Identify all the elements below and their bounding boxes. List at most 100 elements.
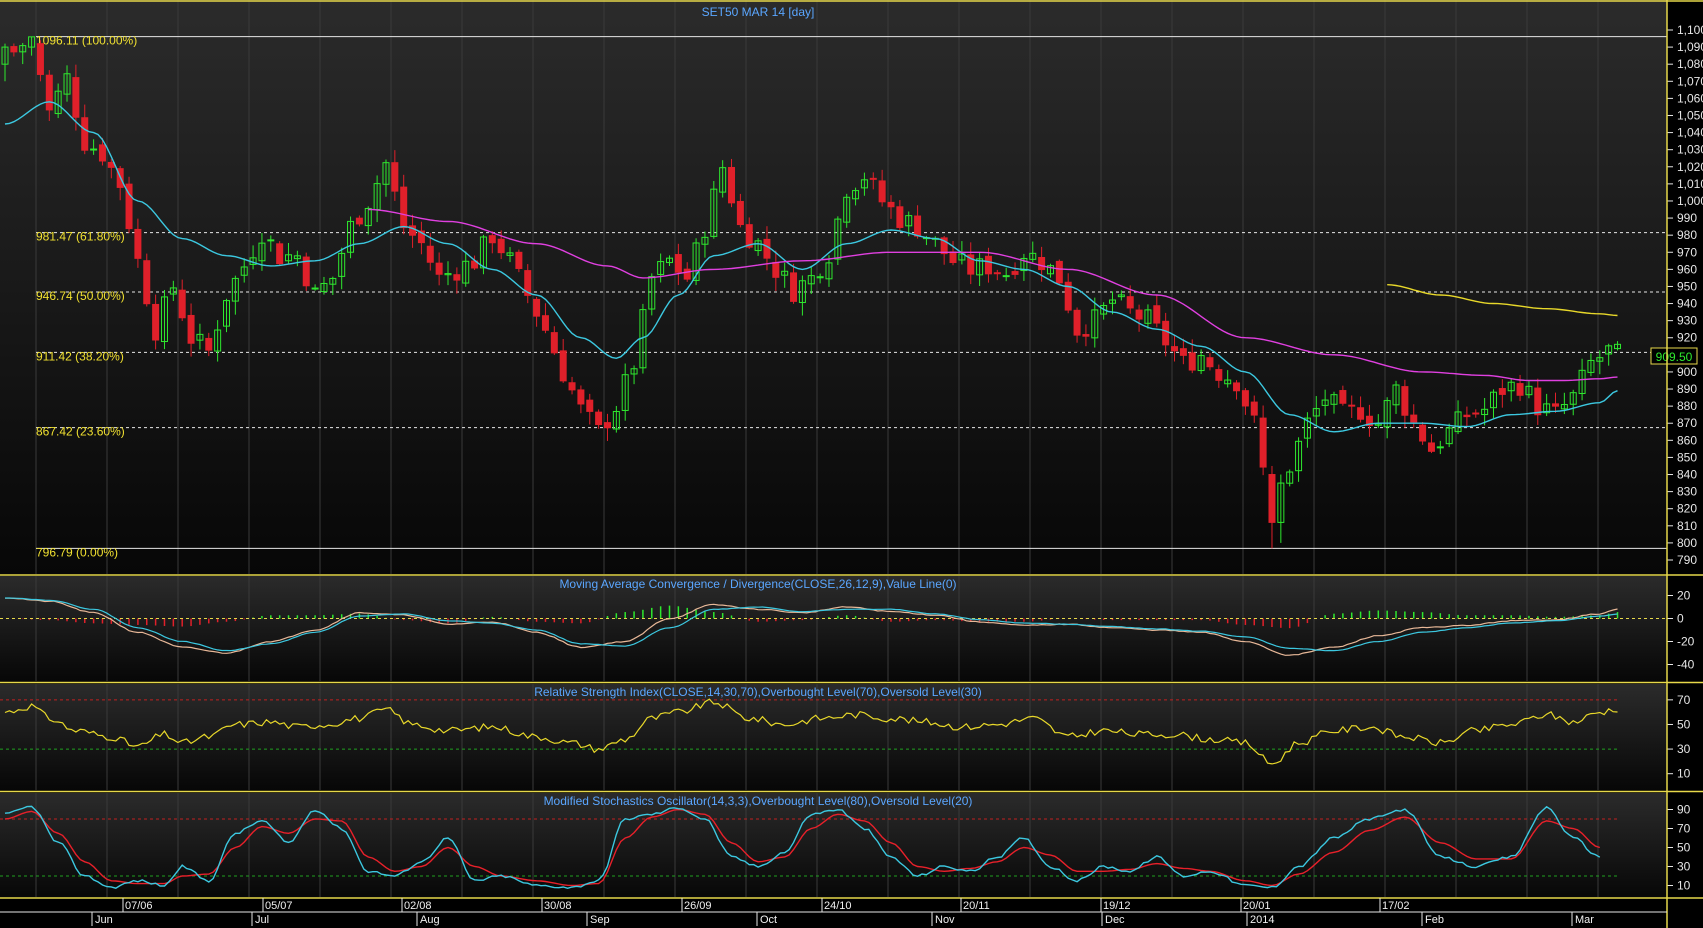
price-panel-bg <box>0 0 1667 574</box>
candle-body <box>1162 320 1170 346</box>
month-label: 2014 <box>1250 914 1274 926</box>
candle-body <box>1153 305 1161 324</box>
candle-body <box>1082 334 1090 337</box>
candle-body <box>45 74 53 111</box>
candle-body <box>355 217 363 225</box>
candle[interactable] <box>302 252 310 292</box>
candle[interactable] <box>143 253 151 307</box>
macd-panel-title: Moving Average Convergence / Divergence(… <box>559 577 956 591</box>
macd-panel[interactable]: Moving Average Convergence / Divergence(… <box>0 576 1695 681</box>
price-axis-tick-label: 930 <box>1677 314 1697 328</box>
candle-body <box>745 224 753 248</box>
month-label: Feb <box>1425 914 1444 926</box>
month-label: Jul <box>255 914 269 926</box>
candle-body <box>1055 260 1063 284</box>
candle-body <box>435 262 443 275</box>
candle-body <box>1419 424 1427 442</box>
candle-body <box>152 303 160 341</box>
candle[interactable] <box>276 241 284 266</box>
candle-body <box>1171 346 1179 352</box>
price-axis-tick-label: 1,060 <box>1677 91 1703 105</box>
candle-body <box>497 238 505 254</box>
stoch-axis-tick-label: 10 <box>1677 879 1691 893</box>
month-label: Oct <box>760 914 777 926</box>
candle-body <box>887 201 895 208</box>
price-axis-tick-label: 990 <box>1677 211 1697 225</box>
candle-body <box>36 43 44 75</box>
candle-body <box>869 177 877 180</box>
rsi-axis-tick-label: 30 <box>1677 742 1691 756</box>
macd-axis-tick-label: 0 <box>1677 612 1684 626</box>
stoch-axis-tick-label: 70 <box>1677 822 1691 836</box>
price-axis-tick-label: 970 <box>1677 245 1697 259</box>
candle-body <box>1215 369 1223 381</box>
candle-body <box>1268 474 1276 523</box>
price-axis-tick-label: 950 <box>1677 279 1697 293</box>
price-axis-tick-label: 980 <box>1677 228 1697 242</box>
rsi-panel[interactable]: Relative Strength Index(CLOSE,14,30,70),… <box>0 684 1691 790</box>
price-axis-tick-label: 1,090 <box>1677 40 1703 54</box>
candle[interactable] <box>1055 259 1063 285</box>
price-axis-tick-label: 1,020 <box>1677 160 1703 174</box>
candle-body <box>541 315 549 331</box>
stoch-axis-tick-label: 50 <box>1677 841 1691 855</box>
price-axis-tick-label: 820 <box>1677 502 1697 516</box>
candle-body <box>914 215 922 237</box>
price-axis-tick-label: 1,010 <box>1677 177 1703 191</box>
candle-body <box>134 228 142 259</box>
date-label: 30/08 <box>544 900 572 912</box>
candle-body <box>311 287 319 290</box>
candle-body <box>595 411 603 426</box>
candle-body <box>1073 309 1081 336</box>
candle-body <box>683 268 691 280</box>
candle-body <box>586 399 594 412</box>
price-axis-tick-label: 830 <box>1677 485 1697 499</box>
stoch-axis-tick-label: 90 <box>1677 803 1691 817</box>
price-axis-tick-label: 1,000 <box>1677 194 1703 208</box>
candle-body <box>878 180 886 203</box>
stoch-panel[interactable]: Modified Stochastics Oscillator(14,3,3),… <box>0 793 1691 898</box>
candle-body <box>1259 417 1267 468</box>
candle-body <box>400 186 408 229</box>
date-label: 17/02 <box>1382 900 1410 912</box>
candle[interactable] <box>515 249 523 273</box>
fib-level-label: 946.74 (50.00%) <box>36 289 125 303</box>
price-axis-tick-label: 860 <box>1677 433 1697 447</box>
price-axis-tick-label: 1,050 <box>1677 108 1703 122</box>
candle-body <box>1516 383 1524 396</box>
month-label: Jun <box>95 914 113 926</box>
candle-body <box>1002 275 1010 278</box>
candle-body <box>559 350 567 382</box>
candle-body <box>391 162 399 192</box>
price-panel[interactable]: 1096.11 (100.00%) 981.47 (61.80%) 946.74 (… <box>0 0 1703 574</box>
candle[interactable] <box>125 176 133 234</box>
candle-body <box>205 337 213 351</box>
candle-body <box>10 46 18 53</box>
price-axis-tick-label: 890 <box>1677 382 1697 396</box>
candle-body <box>1498 388 1506 395</box>
candle-body <box>1357 407 1365 420</box>
price-axis-tick-label: 1,070 <box>1677 74 1703 88</box>
candle-body <box>72 77 80 118</box>
candle-body <box>790 272 798 302</box>
candle[interactable] <box>1419 422 1427 445</box>
price-axis-tick-label: 800 <box>1677 536 1697 550</box>
stoch-axis-tick-label: 30 <box>1677 860 1691 874</box>
price-axis-tick-label: 850 <box>1677 450 1697 464</box>
candle-body <box>1436 446 1444 449</box>
price-axis: 1,100 1,090 1,080 1,070 1,060 1,050 1,040 1,030… <box>1667 23 1703 567</box>
candle-body <box>488 235 496 244</box>
stoch-axis: 90 70 50 30 10 <box>1667 803 1691 893</box>
candle-body <box>1241 390 1249 407</box>
candle-body <box>1206 357 1214 368</box>
candle-body <box>143 260 151 305</box>
macd-axis-tick-label: -20 <box>1677 635 1695 649</box>
last-price-value: 909.50 <box>1656 350 1693 364</box>
candle-body <box>1135 309 1143 320</box>
candle-body <box>1463 414 1471 418</box>
fib-level-label: 911.42 (38.20%) <box>36 349 124 363</box>
candle-body <box>1250 401 1258 416</box>
stock-chart[interactable]: 1096.11 (100.00%) 981.47 (61.80%) 946.74 (… <box>0 0 1703 928</box>
candle-body <box>993 272 1001 275</box>
price-axis-tick-label: 840 <box>1677 468 1697 482</box>
